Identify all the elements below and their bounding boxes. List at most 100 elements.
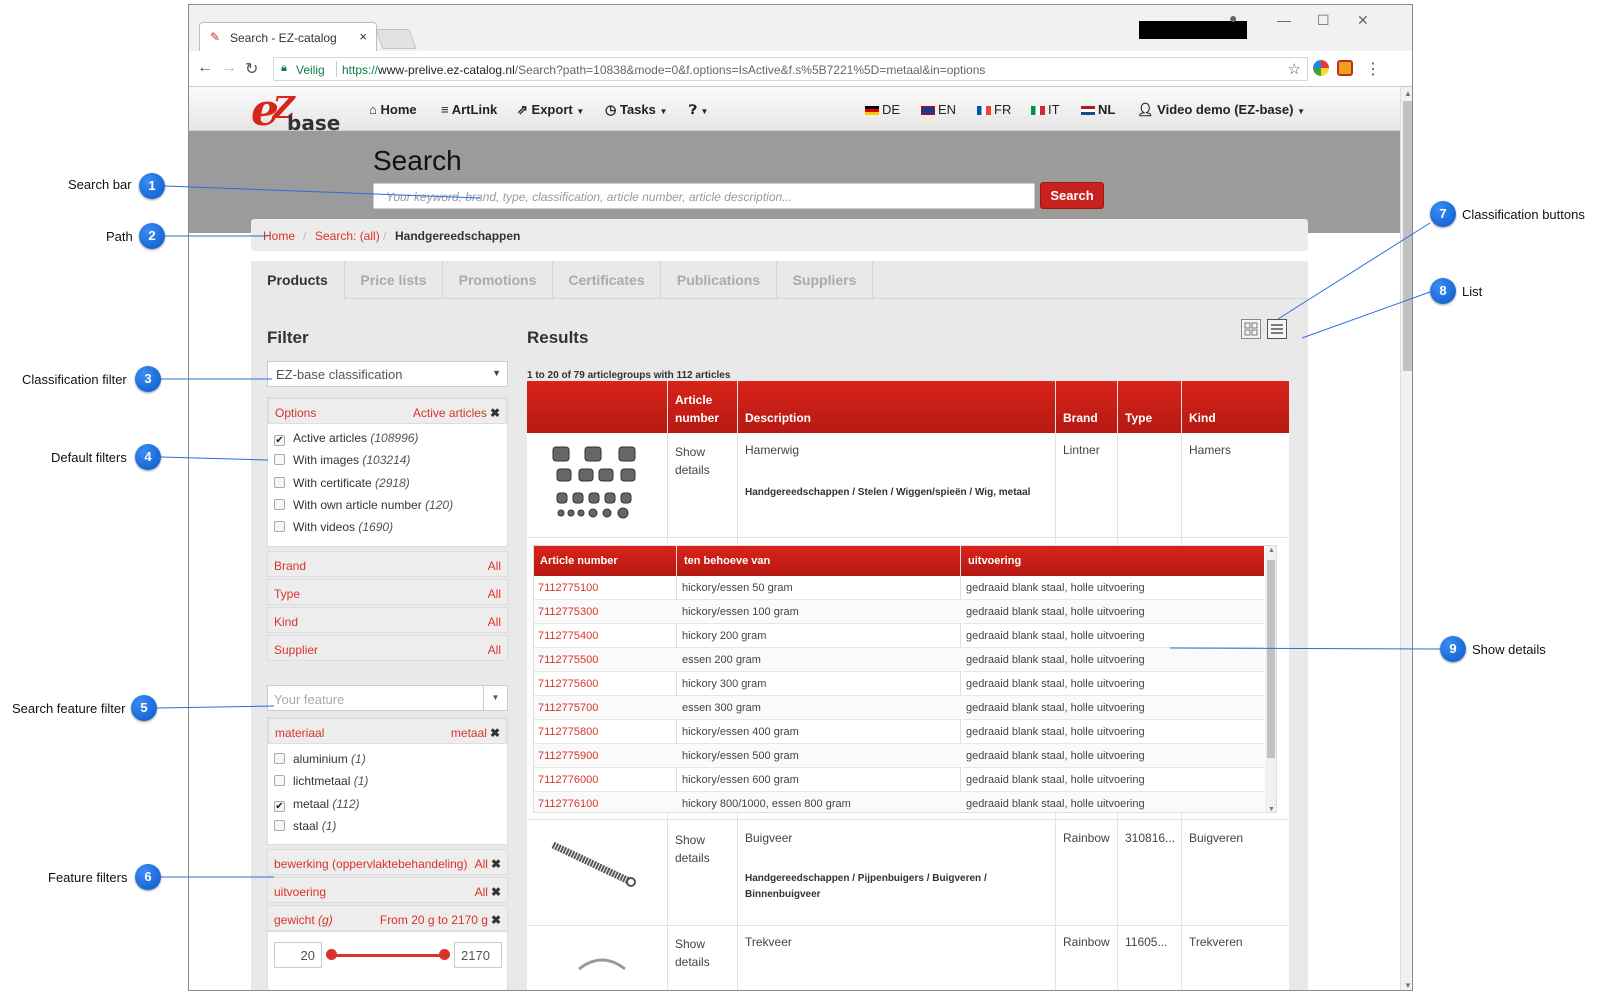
forward-icon[interactable]: → [221,59,237,77]
nav-home[interactable]: ⌂ Home [369,102,417,117]
details-col-article-number[interactable]: Article number [540,555,618,567]
detail-article-number-link[interactable]: 7112776100 [538,798,598,810]
col-type[interactable]: Type [1125,409,1152,427]
checkbox[interactable] [274,820,285,831]
classification-select[interactable]: EZ-base classification ▼ [267,361,508,387]
url-field[interactable]: 🔒︎ Veilig https://www-prelive.ez-catalog… [273,57,1308,81]
back-icon[interactable]: ← [197,59,213,77]
kind-filter[interactable]: Kind All [267,607,508,633]
scroll-down-icon[interactable]: ▼ [1404,981,1412,990]
checkbox[interactable] [274,775,285,786]
detail-article-number-link[interactable]: 7112775600 [538,678,598,690]
nav-artlink[interactable]: ≡ ArtLink [441,102,497,117]
bewerking-filter[interactable]: bewerking (oppervlaktebehandeling) All ✖ [267,849,508,875]
details-col-uitvoering[interactable]: uitvoering [968,555,1021,567]
details-col-ten-behoeve-van[interactable]: ten behoeve van [684,555,770,567]
lang-it[interactable]: IT [1031,102,1060,117]
nav-help[interactable]: ❓︎ ▼ [689,102,708,118]
gewicht-filter[interactable]: gewicht (g) From 20 g to 2170 g ✖ [267,905,508,931]
uitvoering-filter[interactable]: uitvoering All ✖ [267,877,508,903]
detail-article-number-link[interactable]: 7112775900 [538,750,598,762]
scrollbar-thumb[interactable] [1403,101,1412,371]
show-details-link[interactable]: Show details [675,443,710,479]
scroll-up-icon[interactable]: ▲ [1268,547,1275,554]
option-own-article-number[interactable]: With own article number (120) [274,498,453,512]
extension-color-icon[interactable] [1313,60,1329,76]
checkbox[interactable] [274,477,285,488]
detail-article-number-link[interactable]: 7112775800 [538,726,598,738]
user-menu[interactable]: 👤︎ Video demo (EZ-base) ▼ [1137,102,1305,118]
remove-filter-icon[interactable]: ✖ [491,857,501,871]
reload-icon[interactable]: ↻ [245,59,258,79]
materiaal-staal[interactable]: staal (1) [274,819,336,833]
checkbox-checked[interactable]: ✔ [274,435,285,446]
option-active-articles[interactable]: ✔ Active articles (108996) [274,431,418,446]
scroll-up-icon[interactable]: ▲ [1404,89,1412,98]
remove-filter-icon[interactable]: ✖ [490,406,500,420]
col-description[interactable]: Description [745,409,811,427]
tab-suppliers[interactable]: Suppliers [777,261,873,299]
remove-filter-icon[interactable]: ✖ [491,885,501,899]
nav-export[interactable]: ⇗ Export ▼ [517,102,584,118]
col-article-number[interactable]: Article number [675,391,735,427]
list-view-button[interactable] [1267,319,1287,339]
profile-icon[interactable]: ● [1229,10,1237,26]
tab-promotions[interactable]: Promotions [443,261,553,299]
lang-de[interactable]: DE [865,102,900,117]
checkbox[interactable] [274,454,285,465]
feature-search-input[interactable]: Your feature ▼ [267,685,508,711]
tab-close-icon[interactable]: × [359,29,367,44]
grid-view-button[interactable] [1241,319,1261,339]
checkbox-checked[interactable]: ✔ [274,801,285,812]
tab-certificates[interactable]: Certificates [553,261,661,299]
show-details-link[interactable]: Show details [675,831,710,867]
scroll-down-icon[interactable]: ▼ [1268,806,1275,812]
checkbox[interactable] [274,521,285,532]
options-filter-header[interactable]: Options Active articles ✖ [268,398,507,424]
range-min-input[interactable]: 20 [274,942,322,968]
show-details-link[interactable]: Show details [675,935,710,971]
materiaal-aluminium[interactable]: aluminium (1) [274,752,366,766]
breadcrumb-home[interactable]: Home [263,229,295,243]
checkbox[interactable] [274,753,285,764]
tab-price-lists[interactable]: Price lists [345,261,443,299]
checkbox[interactable] [274,499,285,510]
search-input[interactable]: Your keyword, brand, type, classificatio… [373,183,1035,209]
materiaal-filter-header[interactable]: materiaal metaal ✖ [268,718,507,744]
materiaal-metaal[interactable]: ✔ metaal (112) [274,797,360,812]
type-filter[interactable]: Type All [267,579,508,605]
col-kind[interactable]: Kind [1189,409,1216,427]
lang-fr[interactable]: FR [977,102,1011,117]
article-details-table[interactable]: Article number ten behoeve van uitvoerin… [533,545,1277,813]
detail-article-number-link[interactable]: 7112775500 [538,654,598,666]
range-max-input[interactable]: 2170 [454,942,502,968]
brand-filter[interactable]: Brand All [267,551,508,577]
supplier-filter[interactable]: Supplier All [267,635,508,661]
search-button[interactable]: Search [1040,182,1104,209]
close-window-icon[interactable]: ✕ [1357,12,1369,29]
option-with-certificate[interactable]: With certificate (2918) [274,476,410,490]
range-slider-min-handle[interactable] [326,949,337,960]
detail-article-number-link[interactable]: 7112775700 [538,702,598,714]
tab-products[interactable]: Products [251,261,345,299]
option-with-images[interactable]: With images (103214) [274,453,410,467]
caret-down-icon[interactable]: ▼ [483,686,507,710]
range-slider-track[interactable] [332,954,444,957]
lang-nl[interactable]: NL [1081,102,1115,117]
remove-filter-icon[interactable]: ✖ [491,913,501,927]
page-scrollbar[interactable]: ▲ ▼ [1400,87,1412,990]
materiaal-lichtmetaal[interactable]: lichtmetaal (1) [274,774,368,788]
minimize-icon[interactable]: — [1277,12,1291,28]
browser-tab[interactable]: ✎ Search - EZ-catalog × [199,22,377,52]
bookmark-star-icon[interactable]: ☆ [1288,60,1301,78]
lang-en[interactable]: EN [921,102,956,117]
menu-kebab-icon[interactable]: ⋮ [1365,59,1381,79]
detail-article-number-link[interactable]: 7112775300 [538,606,598,618]
col-brand[interactable]: Brand [1063,409,1098,427]
extension-shield-icon[interactable] [1337,60,1353,76]
new-tab-button[interactable] [375,29,417,49]
range-slider-max-handle[interactable] [439,949,450,960]
tab-publications[interactable]: Publications [661,261,777,299]
detail-article-number-link[interactable]: 7112775100 [538,582,598,594]
remove-filter-icon[interactable]: ✖ [490,726,500,740]
